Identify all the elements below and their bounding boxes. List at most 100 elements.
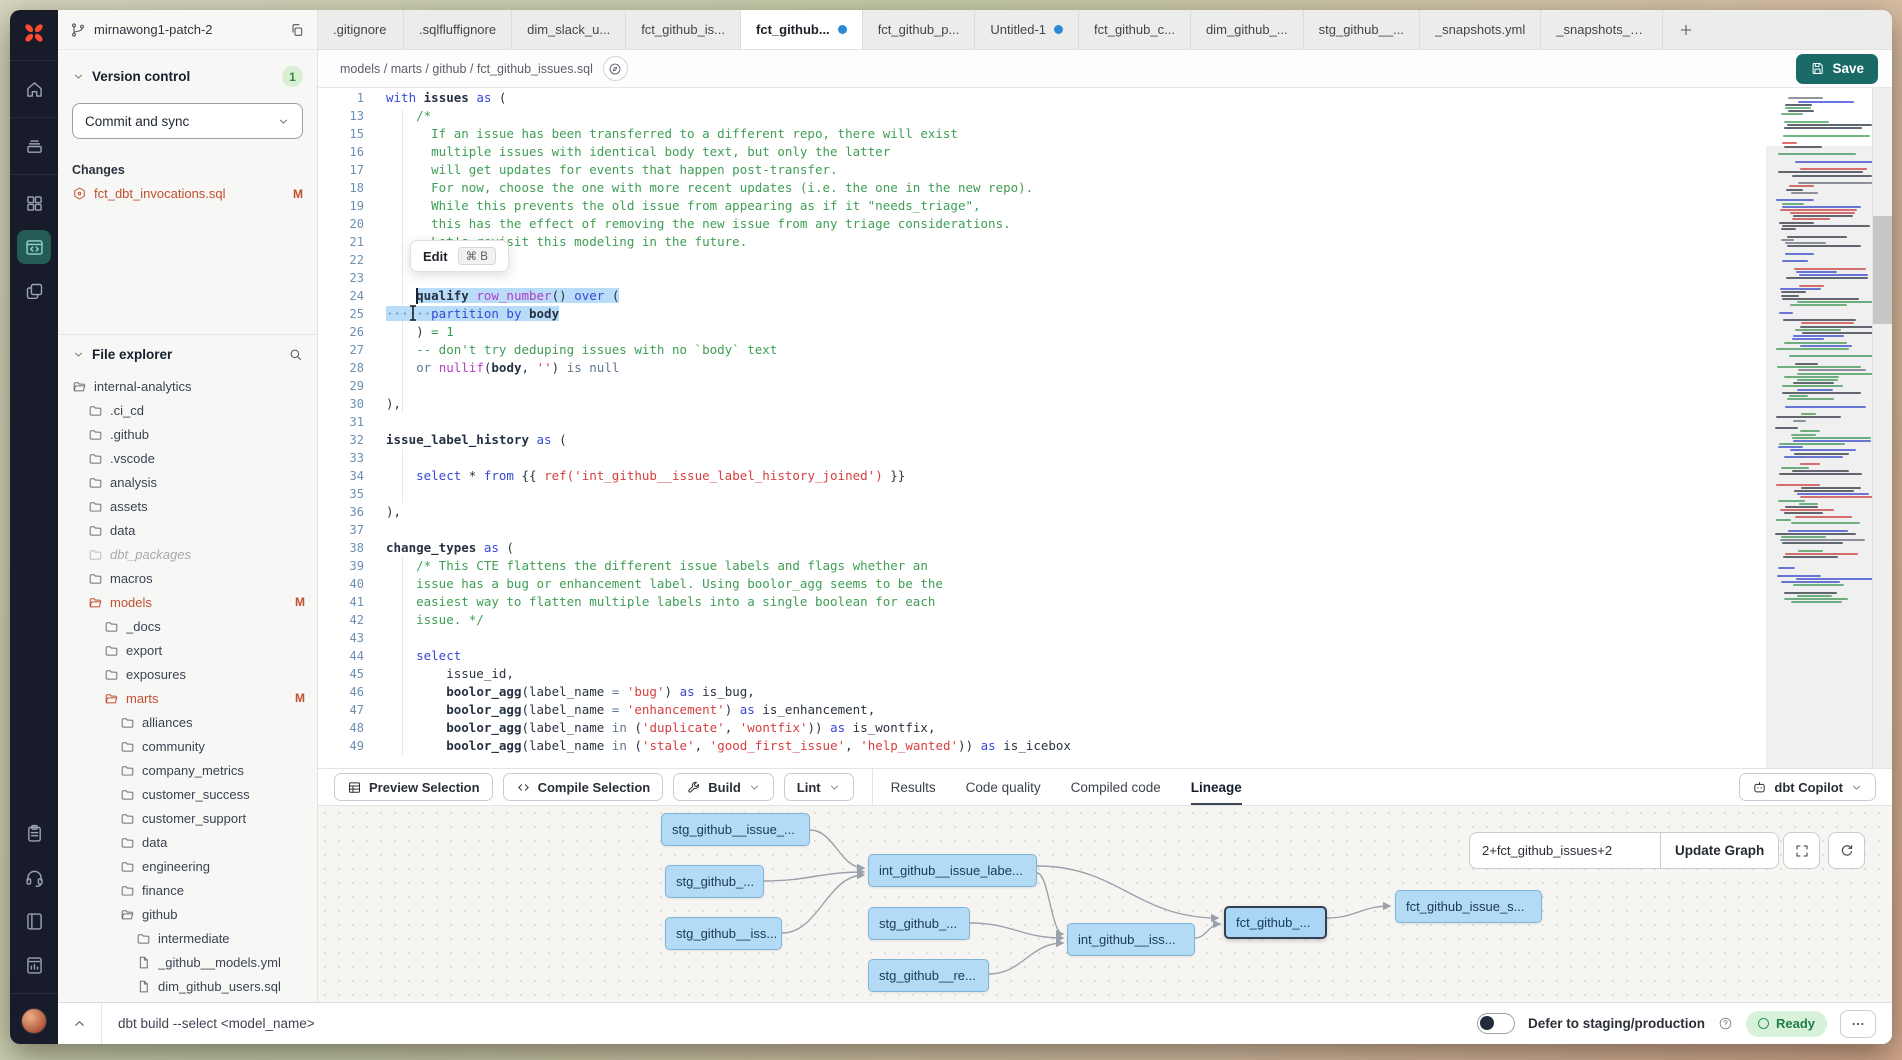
code-line[interactable]: 39 /* This CTE flattens the different is…: [318, 557, 1764, 575]
tree-item-macros[interactable]: macros: [58, 566, 317, 590]
tree-item-data[interactable]: data: [58, 830, 317, 854]
update-graph-button[interactable]: Update Graph: [1660, 833, 1778, 868]
tree-item-.ci_cd[interactable]: .ci_cd: [58, 398, 317, 422]
tree-item-internal-analytics[interactable]: internal-analytics: [58, 374, 317, 398]
code-line[interactable]: 30),: [318, 395, 1764, 413]
terminal-icon[interactable]: [17, 948, 51, 982]
refresh-graph-button[interactable]: [1828, 832, 1865, 869]
compile-selection-button[interactable]: Compile Selection: [503, 773, 664, 801]
tree-item-customer_support[interactable]: customer_support: [58, 806, 317, 830]
lineage-node-fct_github_issue_s...[interactable]: fct_github_issue_s...: [1395, 890, 1542, 923]
tab-dim_github_...[interactable]: dim_github_...: [1191, 10, 1304, 49]
tab-fct_github_p...[interactable]: fct_github_p...: [863, 10, 976, 49]
user-avatar[interactable]: [21, 1008, 47, 1034]
edit-tooltip[interactable]: Edit ⌘ B: [410, 240, 509, 272]
more-options-button[interactable]: [1840, 1010, 1876, 1038]
file-explorer-header[interactable]: File explorer: [58, 335, 317, 372]
code-line[interactable]: 21 Let's revisit this modeling in the fu…: [318, 233, 1764, 251]
code-line[interactable]: 37: [318, 521, 1764, 539]
code-line[interactable]: 20 this has the effect of removing the n…: [318, 215, 1764, 233]
code-line[interactable]: 33: [318, 449, 1764, 467]
scrollbar-thumb[interactable]: [1873, 216, 1892, 324]
tab-_snapshots_s...[interactable]: _snapshots_s...: [1541, 10, 1663, 49]
code-line[interactable]: 29: [318, 377, 1764, 395]
result-tab-Lineage[interactable]: Lineage: [1191, 769, 1242, 805]
code-editor[interactable]: 1with issues as (13 /*15 If an issue has…: [318, 88, 1892, 768]
code-line[interactable]: 35: [318, 485, 1764, 503]
code-line[interactable]: 46 boolor_agg(label_name = 'bug') as is_…: [318, 683, 1764, 701]
compass-icon[interactable]: [17, 318, 51, 352]
dbt-copilot-button[interactable]: dbt Copilot: [1739, 773, 1876, 801]
code-line[interactable]: 34 select * from {{ ref('int_github__iss…: [318, 467, 1764, 485]
tab-fct_github...[interactable]: fct_github...: [741, 10, 863, 49]
dbt-logo[interactable]: [10, 10, 58, 54]
lineage-node-stg_github_...[interactable]: stg_github_...: [665, 865, 764, 898]
tree-item-alliances[interactable]: alliances: [58, 710, 317, 734]
stack-icon[interactable]: [17, 129, 51, 163]
tab-fct_github_c...[interactable]: fct_github_c...: [1079, 10, 1191, 49]
home-icon[interactable]: [17, 72, 51, 106]
lineage-node-int_github__iss...[interactable]: int_github__iss...: [1067, 923, 1195, 956]
lint-button[interactable]: Lint: [784, 773, 854, 801]
code-line[interactable]: 28 or nullif(body, '') is null: [318, 359, 1764, 377]
tree-item-models[interactable]: models M: [58, 590, 317, 614]
lineage-node-stg_github_...[interactable]: stg_github_...: [868, 907, 970, 940]
code-line[interactable]: 42 issue. */: [318, 611, 1764, 629]
copy-branch-icon[interactable]: [289, 22, 305, 38]
book-icon[interactable]: [17, 904, 51, 938]
tree-item-github[interactable]: github: [58, 902, 317, 926]
preview-selection-button[interactable]: Preview Selection: [334, 773, 493, 801]
code-line[interactable]: 49 boolor_agg(label_name in ('stale', 'g…: [318, 737, 1764, 755]
tree-item-intermediate[interactable]: intermediate: [58, 926, 317, 950]
lineage-node-stg_github__re...[interactable]: stg_github__re...: [868, 959, 989, 992]
tree-item-customer_success[interactable]: customer_success: [58, 782, 317, 806]
headset-icon[interactable]: [17, 860, 51, 894]
tab-_snapshots.yml[interactable]: _snapshots.yml: [1420, 10, 1541, 49]
tree-item-exposures[interactable]: exposures: [58, 662, 317, 686]
help-question-icon[interactable]: [1718, 1016, 1733, 1031]
tree-item-dbt_packages[interactable]: dbt_packages: [58, 542, 317, 566]
tree-item-community[interactable]: community: [58, 734, 317, 758]
new-tab-button[interactable]: [1663, 10, 1709, 49]
code-editor-icon[interactable]: [17, 230, 51, 264]
result-tab-Compiled code[interactable]: Compiled code: [1071, 769, 1161, 805]
code-line[interactable]: 15 If an issue has been transferred to a…: [318, 125, 1764, 143]
tree-item-.github[interactable]: .github: [58, 422, 317, 446]
code-line[interactable]: 48 boolor_agg(label_name in ('duplicate'…: [318, 719, 1764, 737]
tab-fct_github_is...[interactable]: fct_github_is...: [626, 10, 741, 49]
tree-item-data[interactable]: data: [58, 518, 317, 542]
code-line[interactable]: 23: [318, 269, 1764, 287]
version-control-header[interactable]: Version control 1: [58, 50, 317, 97]
code-line[interactable]: 44 select: [318, 647, 1764, 665]
code-line[interactable]: 17 will get updates for events that happ…: [318, 161, 1764, 179]
command-bar-expand-button[interactable]: [58, 1003, 102, 1044]
tree-item-engineering[interactable]: engineering: [58, 854, 317, 878]
search-icon[interactable]: [288, 347, 303, 362]
tab-.sqlfluffignore[interactable]: .sqlfluffignore: [404, 10, 512, 49]
tab-stg_github__...[interactable]: stg_github__...: [1304, 10, 1420, 49]
grid-icon[interactable]: [17, 186, 51, 220]
tree-item-marts[interactable]: marts M: [58, 686, 317, 710]
tab-Untitled-1[interactable]: Untitled-1: [975, 10, 1079, 49]
docs-compass-icon[interactable]: [603, 56, 628, 81]
tree-item-export[interactable]: export: [58, 638, 317, 662]
code-line[interactable]: 45 issue_id,: [318, 665, 1764, 683]
code-line[interactable]: 27 -- don't try deduping issues with no …: [318, 341, 1764, 359]
minimap[interactable]: [1766, 88, 1872, 768]
code-line[interactable]: 31: [318, 413, 1764, 431]
defer-toggle[interactable]: [1477, 1013, 1515, 1034]
fullscreen-button[interactable]: [1783, 832, 1820, 869]
code-line[interactable]: 1with issues as (: [318, 89, 1764, 107]
code-line[interactable]: 18 For now, choose the one with more rec…: [318, 179, 1764, 197]
code-line[interactable]: 41 easiest way to flatten multiple label…: [318, 593, 1764, 611]
lineage-node-stg_github__issue_...[interactable]: stg_github__issue_...: [661, 813, 810, 846]
code-line[interactable]: 36),: [318, 503, 1764, 521]
tree-item-analysis[interactable]: analysis: [58, 470, 317, 494]
code-line[interactable]: 38change_types as (: [318, 539, 1764, 557]
result-tab-Code quality[interactable]: Code quality: [966, 769, 1041, 805]
code-line[interactable]: 22: [318, 251, 1764, 269]
code-line[interactable]: 24 qualify row_number() over (: [318, 287, 1764, 305]
editor-scrollbar[interactable]: [1872, 88, 1892, 768]
changed-file-row[interactable]: fct_dbt_invocations.sql M: [58, 183, 317, 204]
tab-.gitignore[interactable]: .gitignore: [318, 10, 404, 49]
